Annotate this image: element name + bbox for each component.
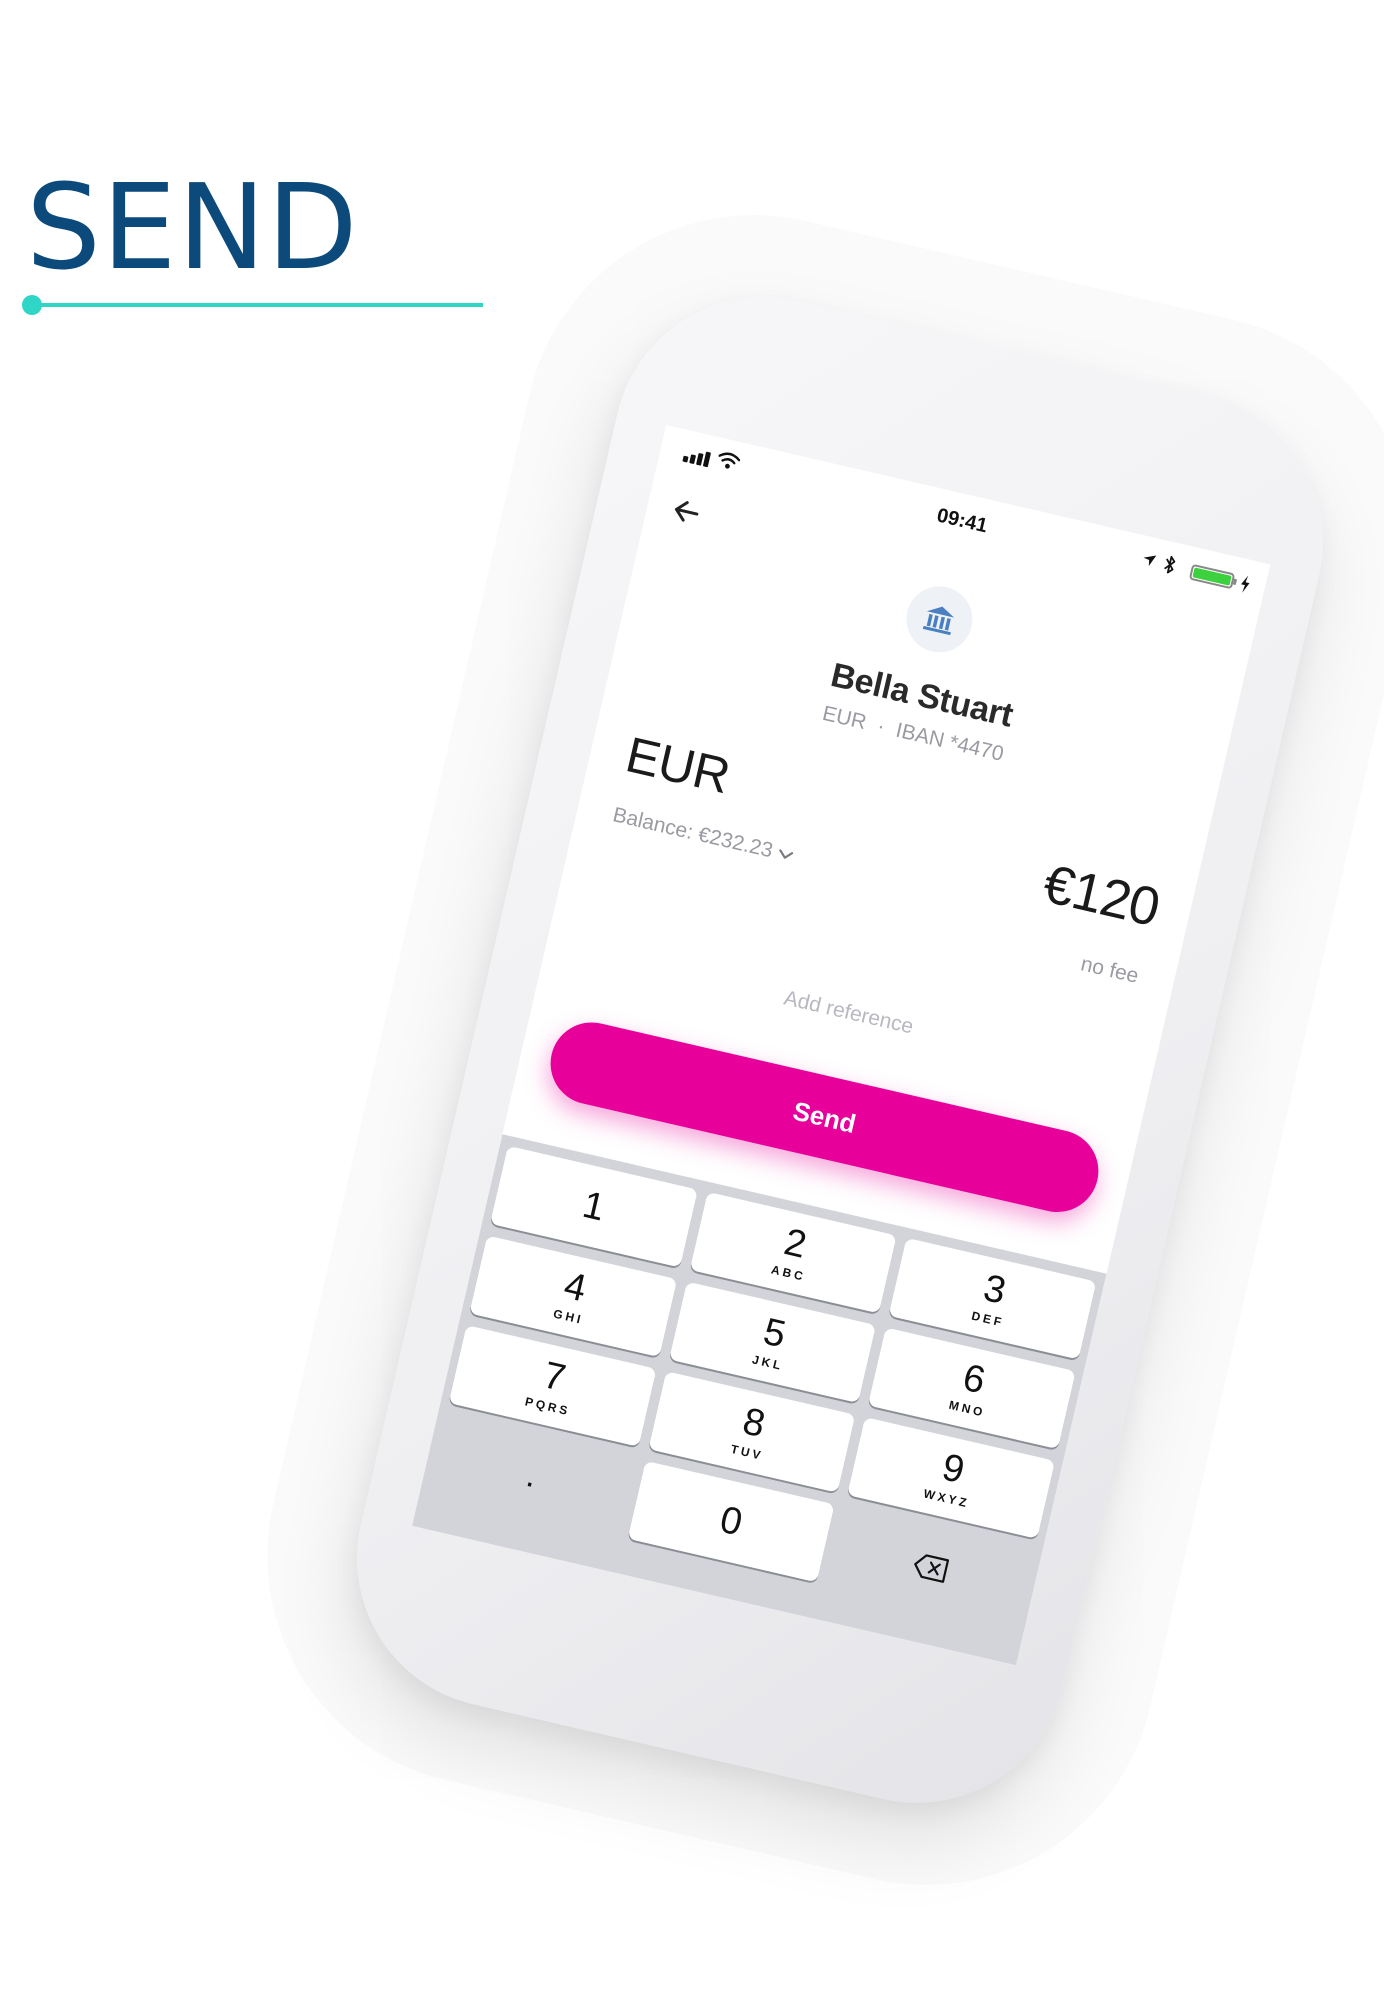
bank-icon xyxy=(899,579,980,659)
fee-label: no fee xyxy=(1078,952,1141,988)
heading-underline-dot xyxy=(22,295,42,315)
backspace-icon xyxy=(913,1554,949,1583)
meta-separator: · xyxy=(875,714,888,739)
page: SEND 09:41 Bella Stuart EUR · IBAN *4470… xyxy=(0,0,1384,1989)
source-currency: EUR xyxy=(620,726,735,805)
phone-mockup: 09:41 Bella Stuart EUR · IBAN *4470 EUR … xyxy=(221,169,1384,1931)
chevron-down-icon xyxy=(779,849,794,859)
numeric-keypad: 1 2 ABC 3 DEF 4 GHI 5 JKL 6 MNO 7 PQRS 8… xyxy=(411,1134,1107,1666)
phone-body: 09:41 Bella Stuart EUR · IBAN *4470 EUR … xyxy=(327,267,1353,1833)
recipient-currency: EUR xyxy=(820,701,869,735)
heading-underline xyxy=(28,303,483,307)
balance-selector[interactable]: Balance: €232.23 xyxy=(610,803,796,868)
balance-label: Balance: €232.23 xyxy=(610,803,776,863)
amount-value[interactable]: €120 xyxy=(1038,853,1165,940)
page-heading: SEND xyxy=(26,158,359,296)
